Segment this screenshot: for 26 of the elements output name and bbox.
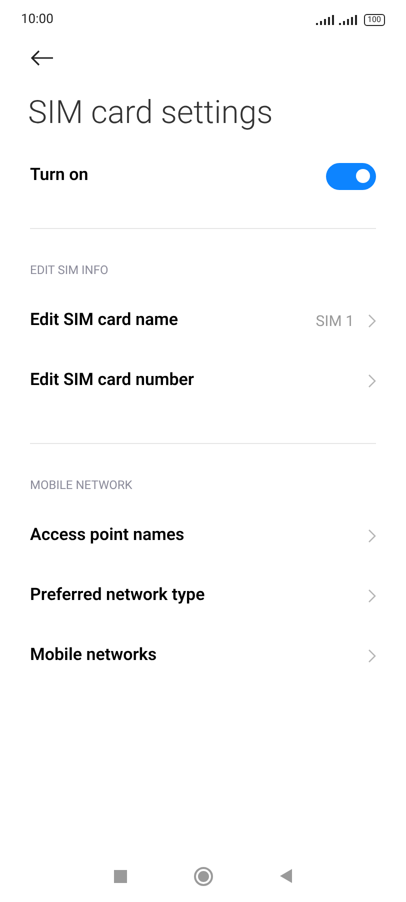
settings-row[interactable]: Access point names	[0, 506, 406, 566]
chevron-right-icon	[368, 374, 376, 388]
chevron-right-icon	[368, 314, 376, 328]
settings-row[interactable]: Edit SIM card number	[0, 351, 406, 411]
back-nav-button[interactable]	[280, 869, 292, 883]
recents-button[interactable]	[114, 870, 127, 882]
settings-row[interactable]: Edit SIM card name SIM 1	[0, 291, 406, 351]
toggle-label: Turn on	[30, 164, 88, 188]
home-button[interactable]	[194, 866, 213, 886]
back-button[interactable]	[30, 50, 54, 66]
back-arrow-icon	[30, 50, 54, 66]
status-time: 10:00	[21, 11, 54, 30]
chevron-right-icon	[368, 529, 376, 543]
section-header: EDIT SIM INFO	[29, 262, 110, 279]
battery-indicator: 100	[364, 14, 385, 26]
row-value: SIM 1	[316, 310, 354, 332]
signal-icon	[316, 15, 334, 25]
signal-icon	[338, 15, 356, 25]
section-header: MOBILE NETWORK	[29, 477, 134, 494]
toggle-switch[interactable]	[326, 162, 376, 190]
settings-row[interactable]: Preferred network type	[0, 566, 406, 626]
chevron-right-icon	[368, 649, 376, 663]
page-title: SIM card settings	[27, 92, 274, 132]
chevron-right-icon	[368, 589, 376, 603]
triangle-back-icon	[280, 869, 292, 883]
settings-row[interactable]: Mobile networks	[0, 626, 406, 686]
